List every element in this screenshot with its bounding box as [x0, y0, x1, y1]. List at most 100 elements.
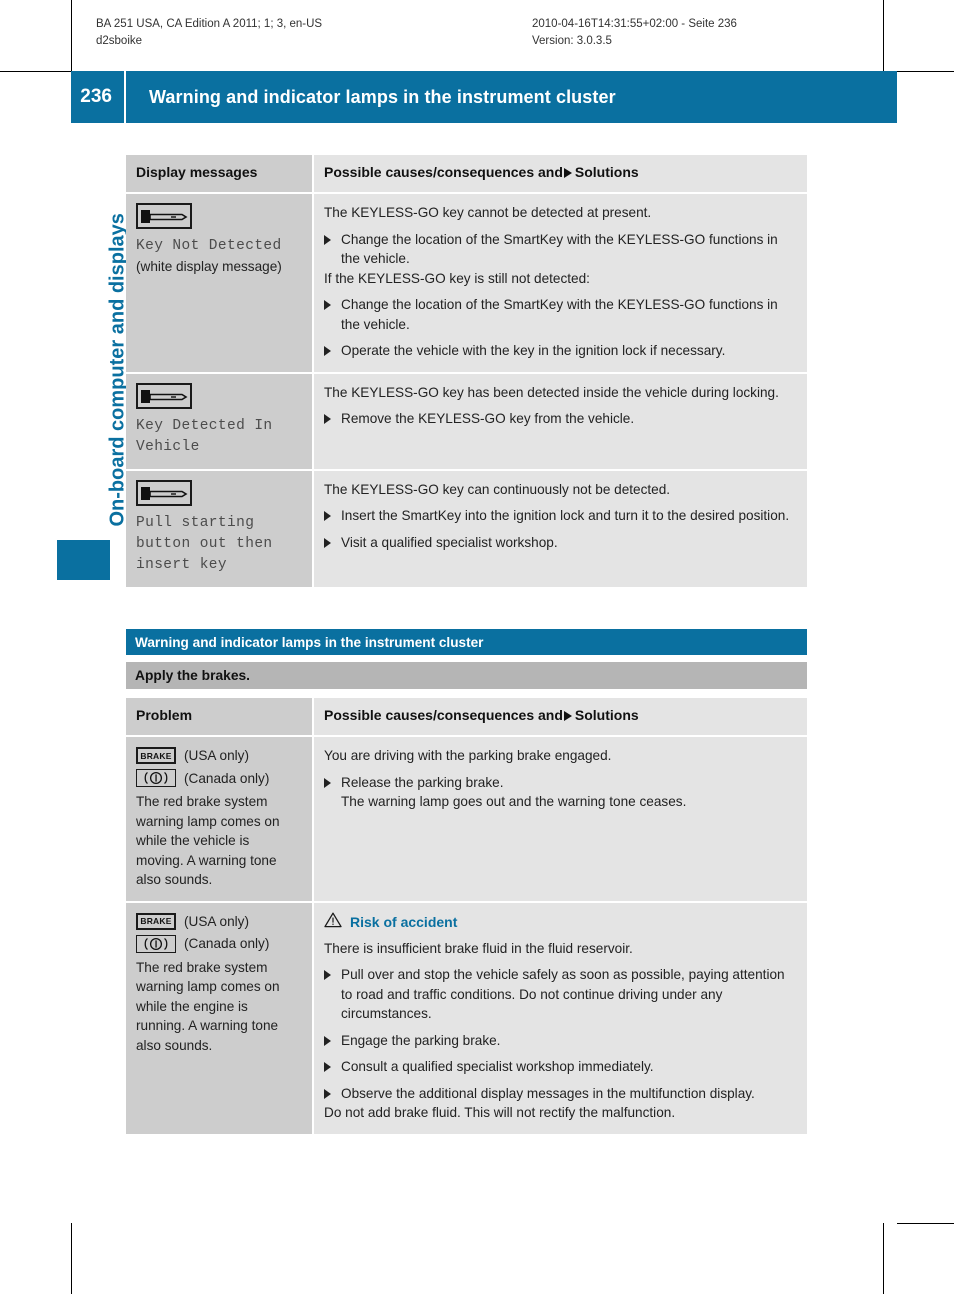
solution-bullet: Observe the additional display messages …: [324, 1084, 795, 1104]
warning-triangle-glyph-icon: [324, 912, 342, 927]
running-head-right: 2010-04-16T14:31:55+02:00 - Seite 236 Ve…: [532, 16, 737, 50]
cause-text: The KEYLESS-GO key has been detected ins…: [324, 384, 779, 400]
crop-mark-top-right-vertical: [883, 0, 884, 71]
circle-exclamation-glyph-icon: [144, 937, 168, 950]
canada-only-label: (Canada only): [184, 770, 270, 786]
table-cell-solutions: The KEYLESS-GO key can continuously not …: [312, 470, 807, 587]
bullet-triangle-icon: [324, 1062, 331, 1072]
warning-triangle-icon: [324, 912, 342, 933]
canada-lamp-row: (Canada only): [136, 934, 300, 954]
cause-text: You are driving with the parking brake e…: [324, 748, 612, 763]
table-header-row: Problem Possible causes/consequences and…: [126, 698, 807, 737]
display-message-text: Pull starting button out then insert key: [136, 514, 273, 573]
usa-lamp-row: BRAKE (USA only): [136, 746, 300, 766]
table-cell-solutions: The KEYLESS-GO key cannot be detected at…: [312, 194, 807, 372]
brake-circle-exclamation-icon: [136, 934, 176, 953]
cause-text: The KEYLESS-GO key can continuously not …: [324, 481, 671, 497]
display-message-text: Key Detected In Vehicle: [136, 417, 273, 455]
table-cell-display-message: Key Not Detected (white display message): [126, 194, 312, 372]
solution-bullet: Insert the SmartKey into the ignition lo…: [324, 506, 795, 526]
brake-problems-table: Problem Possible causes/consequences and…: [126, 698, 807, 1134]
cause-text: There is insufficient brake fluid in the…: [324, 940, 633, 956]
page-header-bar: Warning and indicator lamps in the instr…: [126, 71, 897, 123]
solution-bullet: Consult a qualified specialist workshop …: [324, 1057, 795, 1077]
table-row: Pull starting button out then insert key…: [126, 470, 807, 587]
usa-lamp-row: BRAKE (USA only): [136, 912, 300, 932]
table-cell-problem: BRAKE (USA only) (Canada only) The red b…: [126, 737, 312, 901]
solution-bullet: Pull over and stop the vehicle safely as…: [324, 965, 795, 1024]
canada-only-label: (Canada only): [184, 936, 270, 951]
bullet-triangle-icon: [324, 511, 331, 521]
table-cell-solutions: The KEYLESS-GO key has been detected ins…: [312, 373, 807, 469]
solution-bullet: Operate the vehicle with the key in the …: [324, 341, 795, 361]
keyless-go-key-icon: [136, 203, 192, 229]
table-row: Key Detected In Vehicle The KEYLESS-GO k…: [126, 373, 807, 471]
solution-bullet: Engage the parking brake.: [324, 1031, 795, 1051]
table-cell-problem: BRAKE (USA only) (Canada only) The red b…: [126, 902, 312, 1134]
keyless-go-key-icon: [136, 479, 192, 506]
table-header-cell-solutions: Possible causes/consequences and Solution…: [312, 155, 807, 192]
bullet-triangle-icon: [324, 1088, 331, 1099]
bullet-triangle-icon: [324, 1035, 331, 1046]
crop-mark-top-left-vertical: [71, 0, 72, 71]
running-head-left-line1: BA 251 USA, CA Edition A 2011; 1; 3, en-…: [96, 18, 323, 30]
crop-mark-bottom-right-vertical: [883, 1223, 884, 1294]
crop-mark-top-right-horizontal: [897, 71, 954, 72]
section-title-bar: Warning and indicator lamps in the instr…: [126, 629, 807, 655]
solution-triangle-icon: [563, 711, 572, 721]
display-message-text: Key Not Detected: [136, 238, 282, 254]
bullet-triangle-icon: [324, 970, 331, 980]
section-title: Warning and indicator lamps in the instr…: [135, 634, 484, 650]
crop-mark-top-left-horizontal: [0, 71, 71, 72]
running-head-left: BA 251 USA, CA Edition A 2011; 1; 3, en-…: [96, 16, 322, 50]
circle-exclamation-glyph-icon: [144, 772, 168, 785]
problem-description: The red brake system warning lamp comes …: [136, 794, 280, 887]
solution-bullet: Change the location of the SmartKey with…: [324, 230, 795, 269]
solution-triangle-icon: [563, 168, 572, 178]
brake-circle-exclamation-icon: [136, 769, 176, 788]
key-glyph-icon: [141, 389, 188, 403]
keyless-go-key-icon: [136, 382, 192, 409]
table-row: Key Not Detected (white display message)…: [126, 194, 807, 374]
table-row: BRAKE (USA only) (Canada only) The red b…: [126, 902, 807, 1134]
page-title: Warning and indicator lamps in the instr…: [149, 86, 616, 107]
table-header-cell-solutions: Possible causes/consequences and Solution…: [312, 698, 807, 735]
bullet-triangle-icon: [324, 234, 331, 245]
bullet-triangle-icon: [324, 537, 331, 548]
subsection-title: Apply the brakes.: [135, 668, 251, 683]
problem-description: The red brake system warning lamp comes …: [136, 959, 280, 1053]
table-header-row: Display messages Possible causes/consequ…: [126, 155, 807, 194]
crop-mark-bottom-left-vertical: [71, 1223, 72, 1294]
table-header-cell-problem: Problem: [126, 698, 312, 735]
display-messages-table: Display messages Possible causes/consequ…: [126, 155, 807, 587]
warning-title: Risk of accident: [350, 914, 458, 930]
subsection-title-bar: Apply the brakes.: [126, 662, 807, 689]
brake-lamp-icon: BRAKE: [136, 747, 176, 765]
running-head-right-line2: Version: 3.0.3.5: [532, 35, 612, 47]
cause-text: The KEYLESS-GO key cannot be detected at…: [324, 205, 652, 220]
canada-lamp-row: (Canada only): [136, 769, 300, 789]
solution-bullet: Visit a qualified specialist workshop.: [324, 533, 795, 553]
table-cell-display-message: Key Detected In Vehicle: [126, 373, 312, 469]
bullet-triangle-icon: [324, 300, 331, 310]
table-header-cell-display-messages: Display messages: [126, 155, 312, 192]
key-glyph-icon: [141, 210, 188, 223]
table-cell-solutions: You are driving with the parking brake e…: [312, 737, 807, 901]
usa-only-label: (USA only): [184, 913, 249, 929]
chapter-tab-marker: [57, 540, 110, 580]
running-head-right-line1: 2010-04-16T14:31:55+02:00 - Seite 236: [532, 18, 737, 30]
solution-bullet-continuation: The warning lamp goes out and the warnin…: [341, 794, 687, 809]
bullet-triangle-icon: [324, 346, 331, 356]
bullet-triangle-icon: [324, 777, 331, 788]
table-row: BRAKE (USA only) (Canada only) The red b…: [126, 737, 807, 903]
brake-lamp-icon: BRAKE: [136, 912, 176, 930]
solution-bullet: Remove the KEYLESS-GO key from the vehic…: [324, 409, 795, 429]
cause-text: If the KEYLESS-GO key is still not detec…: [324, 270, 590, 286]
crop-mark-bottom-right-horizontal: [897, 1223, 954, 1224]
cause-text: Do not add brake fluid. This will not re…: [324, 1105, 676, 1120]
display-message-note: (white display message): [136, 259, 282, 274]
usa-only-label: (USA only): [184, 748, 249, 763]
solution-bullet: Change the location of the SmartKey with…: [324, 295, 795, 334]
warning-header: Risk of accident: [324, 912, 795, 933]
solution-bullet: Release the parking brake.: [324, 773, 795, 793]
